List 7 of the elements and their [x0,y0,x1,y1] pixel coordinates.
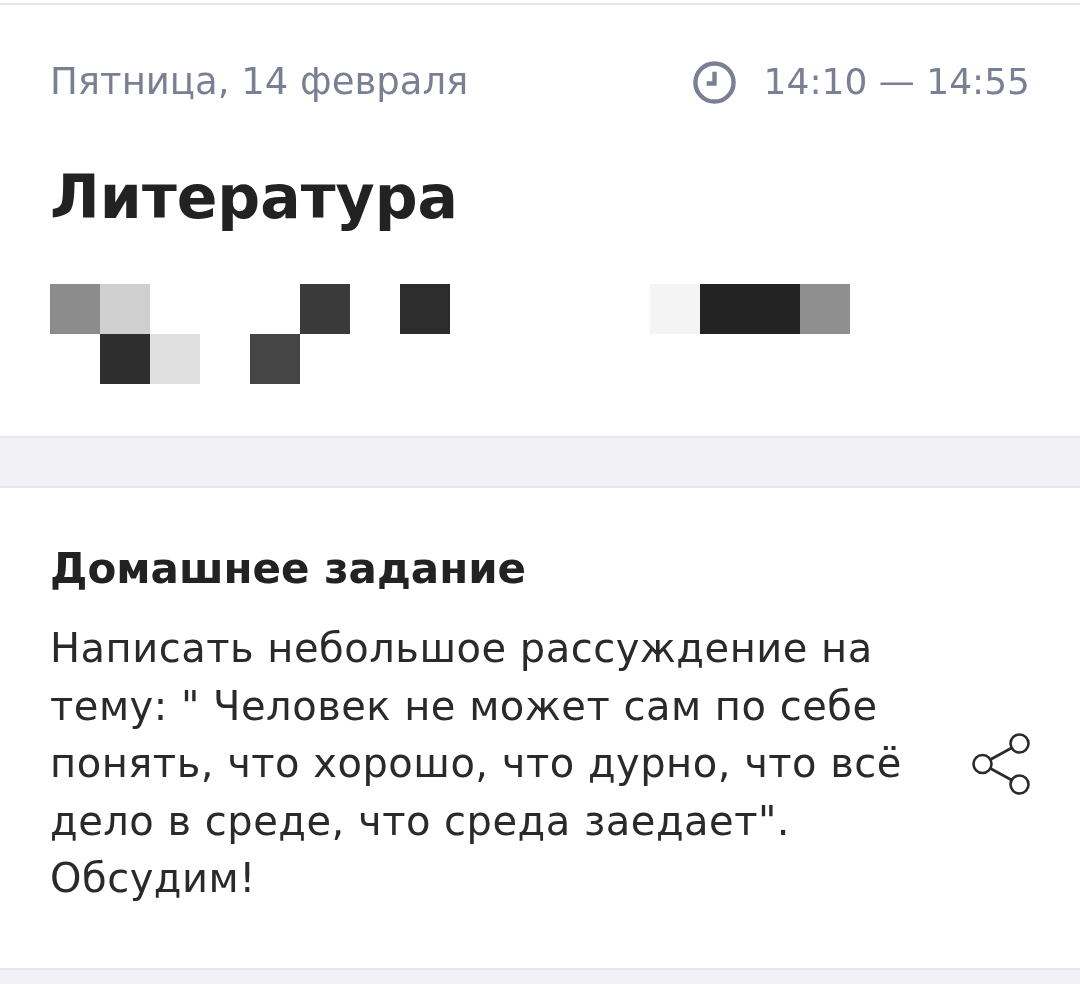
lesson-date: Пятница, 14 февраля [50,59,469,105]
homework-heading: Домашнее задание [50,543,528,595]
homework-text: Написать небольшое рассуждение на тему: " Человек не может сам по себе понять, что хорошо, что дурно, что всё дело в среде, что среда заедает". Обсудим! [50,624,903,903]
share-icon[interactable] [972,732,1030,795]
subject-title: Литература [50,161,460,233]
lesson-time: 14:10 — 14:55 [763,60,1030,104]
clock-icon [692,60,736,104]
